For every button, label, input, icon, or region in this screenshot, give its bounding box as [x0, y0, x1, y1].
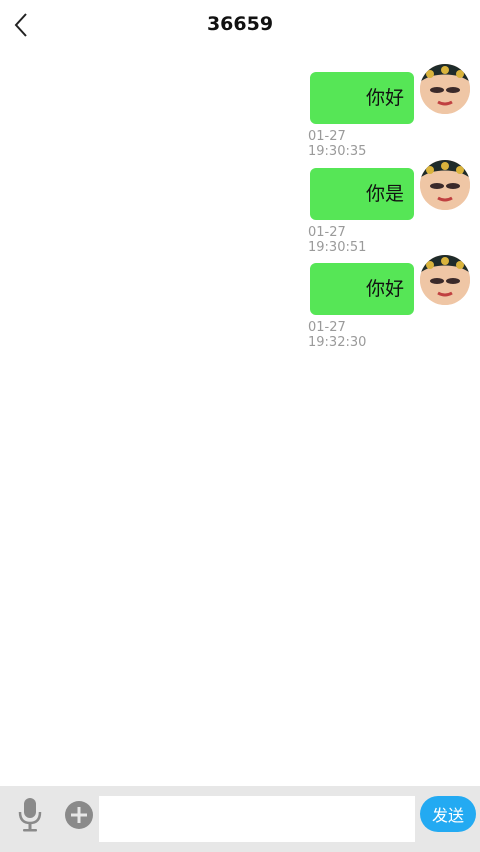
avatar[interactable]: [420, 64, 470, 114]
microphone-icon[interactable]: [15, 796, 45, 832]
avatar[interactable]: [420, 160, 470, 210]
message-row: 你是 01-27 19:30:51: [300, 160, 470, 255]
send-button[interactable]: 发送: [420, 796, 476, 832]
compose-bar: 发送: [0, 786, 480, 852]
user-avatar-icon: [420, 255, 470, 305]
message-bubble[interactable]: 你好: [310, 72, 414, 124]
user-avatar-icon: [420, 64, 470, 114]
message-timestamp: 01-27 19:32:30: [308, 320, 367, 350]
message-bubble[interactable]: 你是: [310, 168, 414, 220]
plus-circle-icon[interactable]: [64, 800, 94, 830]
message-timestamp: 01-27 19:30:51: [308, 225, 367, 255]
user-avatar-icon: [420, 160, 470, 210]
chat-header: 36659: [0, 0, 480, 50]
message-row: 你好 01-27 19:32:30: [300, 255, 470, 350]
message-timestamp: 01-27 19:30:35: [308, 129, 367, 159]
message-row: 你好 01-27 19:30:35: [300, 64, 470, 159]
chat-title: 36659: [206, 13, 274, 35]
message-bubble[interactable]: 你好: [310, 263, 414, 315]
avatar[interactable]: [420, 255, 470, 305]
message-input[interactable]: [99, 796, 415, 842]
